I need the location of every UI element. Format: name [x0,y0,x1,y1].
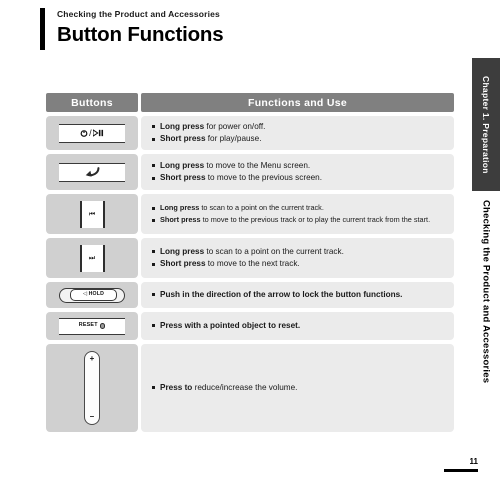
description-lead: Short press [160,259,206,268]
bullet-icon [152,164,155,167]
description-rest: to scan to a point on the current track. [204,246,344,256]
description-rest: reduce/increase the volume. [192,382,298,392]
bullet-icon [152,386,155,390]
bullet-icon [152,125,155,128]
description-line: Press with a pointed object to reset. [152,320,454,333]
table-row: ⏭ Long press to scan to a point on the c… [46,238,454,278]
table-row: Long press to move to the Menu screen. S… [46,154,454,190]
button-cell: ◁ HOLD [46,282,138,308]
volume-down-sign-icon: – [89,412,95,421]
description-lead: Long press [160,160,205,170]
page-header: Checking the Product and Accessories But… [40,8,460,52]
bullet-icon [152,176,155,180]
previous-track-glyph: ⏮ [88,210,96,218]
description-cell: Press with a pointed object to reset. [141,312,454,340]
hold-switch-inner: ◁ HOLD [70,289,117,301]
page-footer: 11 [438,457,478,472]
description-lead: Press with a pointed object to reset. [160,320,301,330]
description-cell: Long press to scan to a point on the cur… [141,238,454,278]
table-row: + – Press to reduce/increase the volume. [46,344,454,432]
description-cell: Push in the direction of the arrow to lo… [141,282,454,308]
button-cell: + – [46,344,138,432]
return-back-button-icon [59,162,125,182]
return-arrow-icon [85,167,99,177]
reset-button-icon: RESET [59,317,125,335]
section-tab-label: Checking the Product and Accessories [480,200,492,384]
column-header-functions: Functions and Use [141,93,454,112]
header-accent-bar [40,8,45,50]
description-line: Short press for play/pause. [152,133,454,146]
chapter-tab: Chapter 1. Preparation [472,58,500,191]
description-lead: Short press [160,173,206,182]
power-symbol-icon [80,129,88,137]
bullet-icon [152,218,155,222]
description-line: Short press to move to the previous trac… [152,214,454,226]
description-line: Short press to move to the previous scre… [152,172,454,185]
description-lead: Long press [160,246,205,256]
description-cell: Long press to move to the Menu screen. S… [141,154,454,190]
page-number: 11 [469,457,478,466]
bullet-icon [152,206,155,210]
description-line: Short press to move to the next track. [152,258,454,271]
description-lead: Press to [160,382,193,392]
description-line: Long press to scan to a point on the cur… [152,246,454,259]
description-cell: Long press for power on/off. Short press… [141,116,454,150]
description-line: Push in the direction of the arrow to lo… [152,289,454,302]
description-rest: to move to the next track. [205,259,300,268]
description-cell: Press to reduce/increase the volume. [141,344,454,432]
play-pause-symbol-icon [92,129,103,137]
table-row: ◁ HOLD Push in the direction of the arro… [46,282,454,308]
table-header-row: Buttons Functions and Use [46,93,454,112]
description-rest: for power on/off. [204,121,266,131]
button-functions-table: Buttons Functions and Use / Long press f… [46,93,454,436]
description-rest: to move to the previous screen. [205,173,323,182]
footer-accent-bar [444,469,478,472]
description-line: Long press to move to the Menu screen. [152,160,454,173]
power-play-pause-glyph: / [80,128,104,138]
description-line: Long press for power on/off. [152,121,454,134]
description-rest: for play/pause. [205,134,262,143]
button-cell: ⏮ [46,194,138,234]
table-row: ⏮ Long press to scan to a point on the c… [46,194,454,234]
description-rest: to move to the previous track or to play… [200,215,431,224]
description-lead: Long press [160,121,205,131]
chapter-tab-label: Chapter 1. Preparation [481,75,491,174]
bullet-icon [152,293,155,297]
description-lead: Short press [160,215,201,224]
description-rest: to move to the Menu screen. [204,160,311,170]
button-cell [46,154,138,190]
bullet-icon [152,250,155,253]
reset-pinhole-icon [99,323,106,329]
column-header-buttons: Buttons [46,93,138,112]
description-cell: Long press to scan to a point on the cur… [141,194,454,234]
volume-up-sign-icon: + [89,354,95,363]
reset-label: RESET [78,322,98,329]
table-row: / Long press for power on/off. Short pre… [46,116,454,150]
page-title: Button Functions [57,23,224,46]
hold-label: HOLD [88,291,105,298]
header-text-group: Checking the Product and Accessories But… [57,8,224,47]
previous-track-button-icon: ⏮ [79,200,105,228]
button-cell: / [46,116,138,150]
button-cell: RESET [46,312,138,340]
next-track-glyph: ⏭ [88,254,96,262]
bullet-icon [152,137,155,141]
bullet-icon [152,262,155,266]
breadcrumb: Checking the Product and Accessories [57,9,220,19]
description-rest: to scan to a point on the current track. [199,203,324,212]
table-row: RESET Press with a pointed object to res… [46,312,454,340]
volume-rocker-icon: + – [84,351,100,425]
description-line: Press to reduce/increase the volume. [152,382,454,395]
button-cell: ⏭ [46,238,138,278]
power-play-pause-button-icon: / [59,123,125,143]
next-track-button-icon: ⏭ [79,244,105,272]
description-line: Long press to scan to a point on the cur… [152,202,454,214]
bullet-icon [152,324,155,328]
description-lead: Short press [160,134,206,143]
description-lead: Push in the direction of the arrow to lo… [160,289,403,299]
section-tab: Checking the Product and Accessories [472,200,500,450]
hold-switch-icon: ◁ HOLD [59,287,125,303]
hold-direction-arrow-icon: ◁ [82,291,88,298]
description-lead: Long press [160,203,200,212]
